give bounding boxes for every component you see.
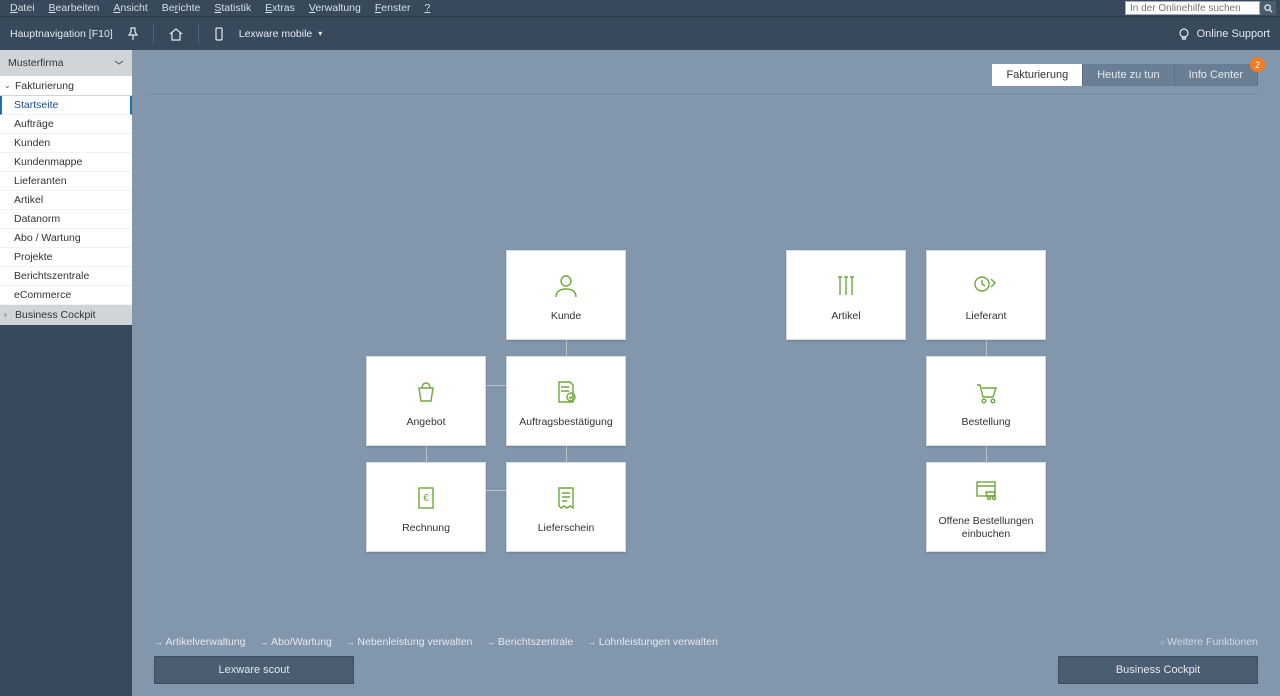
tile-grid: Kunde Artikel Lieferant Angebot — [366, 250, 1046, 552]
bag-icon — [409, 374, 443, 410]
link-abo-wartung[interactable]: Abo/Wartung — [259, 636, 331, 648]
link-berichtszentrale[interactable]: Berichtszentrale — [486, 636, 573, 648]
sidebar-item-projekte[interactable]: Projekte — [0, 248, 132, 267]
more-functions-link[interactable]: Weitere Funktionen — [1160, 636, 1258, 648]
tile-label: Kunde — [551, 310, 581, 323]
sidebar-items: Startseite Aufträge Kunden Kundenmappe L… — [0, 96, 132, 305]
tile-kunde[interactable]: Kunde — [506, 250, 626, 340]
tile-area: Kunde Artikel Lieferant Angebot — [366, 250, 1046, 552]
tile-lieferant[interactable]: Lieferant — [926, 250, 1046, 340]
sidebar: Musterfirma ⌄Fakturierung Startseite Auf… — [0, 50, 132, 696]
sidebar-item-abo[interactable]: Abo / Wartung — [0, 229, 132, 248]
bottom-links: Artikelverwaltung Abo/Wartung Nebenleist… — [154, 636, 1258, 648]
online-support-button[interactable]: Online Support — [1177, 27, 1270, 41]
tile-label: Artikel — [831, 310, 860, 323]
link-lohnleistungen[interactable]: Lohnleistungen verwalten — [587, 636, 718, 648]
menu-fenster[interactable]: Fenster — [369, 1, 417, 15]
tile-bestellung[interactable]: Bestellung — [926, 356, 1046, 446]
tile-artikel[interactable]: Artikel — [786, 250, 906, 340]
tile-offene-bestellungen[interactable]: Offene Bestellungen einbuchen — [926, 462, 1046, 552]
divider — [148, 94, 1258, 95]
window-cart-icon — [969, 473, 1003, 509]
tile-angebot[interactable]: Angebot — [366, 356, 486, 446]
menu-berichte[interactable]: Berichte — [156, 1, 207, 15]
chevron-down-icon — [114, 60, 124, 66]
cart-icon — [969, 374, 1003, 410]
document-check-icon — [549, 374, 583, 410]
home-icon[interactable] — [168, 27, 184, 41]
help-search-button[interactable] — [1260, 1, 1276, 15]
sidebar-item-berichtszentrale[interactable]: Berichtszentrale — [0, 267, 132, 286]
search-icon — [1264, 4, 1273, 13]
tile-label: Bestellung — [961, 416, 1010, 429]
sidebar-item-ecommerce[interactable]: eCommerce — [0, 286, 132, 305]
tile-rechnung[interactable]: € Rechnung — [366, 462, 486, 552]
tile-label: Rechnung — [402, 522, 450, 535]
company-selector[interactable]: Musterfirma — [0, 50, 132, 76]
tile-label: Auftragsbestätigung — [519, 416, 612, 429]
sidebar-item-kunden[interactable]: Kunden — [0, 134, 132, 153]
menu-datei[interactable]: Datei — [4, 1, 41, 15]
sidebar-item-auftraege[interactable]: Aufträge — [0, 115, 132, 134]
help-search-wrap — [1125, 1, 1276, 15]
business-cockpit-button[interactable]: Business Cockpit — [1058, 656, 1258, 684]
svg-text:€: € — [423, 493, 429, 504]
menu-verwaltung[interactable]: Verwaltung — [303, 1, 367, 15]
tile-label: Lieferant — [966, 310, 1007, 323]
sidebar-section-cockpit[interactable]: ›Business Cockpit — [0, 305, 132, 325]
menu-bar: Datei Bearbeiten Ansicht Berichte Statis… — [0, 0, 1280, 16]
mobile-icon — [213, 27, 225, 41]
menu-help[interactable]: ? — [418, 1, 436, 15]
menu-bearbeiten[interactable]: Bearbeiten — [43, 1, 106, 15]
bulb-icon — [1177, 27, 1191, 41]
toolbar: Hauptnavigation [F10] Lexware mobile Onl… — [0, 16, 1280, 50]
menu-items: Datei Bearbeiten Ansicht Berichte Statis… — [4, 1, 436, 15]
lexware-mobile-dropdown[interactable]: Lexware mobile — [239, 28, 323, 40]
sidebar-item-startseite[interactable]: Startseite — [0, 96, 132, 115]
link-nebenleistung[interactable]: Nebenleistung verwalten — [346, 636, 473, 648]
tab-fakturierung[interactable]: Fakturierung — [992, 64, 1083, 86]
sidebar-section-fakturierung[interactable]: ⌄Fakturierung — [0, 76, 132, 96]
invoice-icon: € — [409, 480, 443, 516]
lexware-scout-button[interactable]: Lexware scout — [154, 656, 354, 684]
info-badge: 2 — [1250, 57, 1265, 72]
tab-strip: Fakturierung Heute zu tun Info Center 2 — [992, 64, 1258, 86]
tile-label: Offene Bestellungen einbuchen — [933, 515, 1039, 540]
person-icon — [549, 268, 583, 304]
sidebar-item-artikel[interactable]: Artikel — [0, 191, 132, 210]
tile-lieferschein[interactable]: Lieferschein — [506, 462, 626, 552]
link-artikelverwaltung[interactable]: Artikelverwaltung — [154, 636, 245, 648]
bottom-buttons: Lexware scout Business Cockpit — [154, 656, 1258, 684]
tab-heute-zu-tun[interactable]: Heute zu tun — [1083, 64, 1174, 86]
sidebar-item-datanorm[interactable]: Datanorm — [0, 210, 132, 229]
help-search-input[interactable] — [1125, 1, 1260, 15]
menu-statistik[interactable]: Statistik — [208, 1, 257, 15]
tools-icon — [829, 268, 863, 304]
sidebar-item-kundenmappe[interactable]: Kundenmappe — [0, 153, 132, 172]
note-icon — [549, 480, 583, 516]
pin-icon[interactable] — [127, 27, 139, 41]
menu-ansicht[interactable]: Ansicht — [107, 1, 153, 15]
nav-label: Hauptnavigation [F10] — [10, 28, 113, 40]
sidebar-item-lieferanten[interactable]: Lieferanten — [0, 172, 132, 191]
menu-extras[interactable]: Extras — [259, 1, 301, 15]
tile-label: Angebot — [406, 416, 445, 429]
delivery-icon — [969, 268, 1003, 304]
tile-label: Lieferschein — [538, 522, 595, 535]
content-area: Fakturierung Heute zu tun Info Center 2 … — [132, 50, 1280, 696]
work-area: Musterfirma ⌄Fakturierung Startseite Auf… — [0, 50, 1280, 696]
tile-auftragsbestaetigung[interactable]: Auftragsbestätigung — [506, 356, 626, 446]
tab-info-center[interactable]: Info Center — [1175, 64, 1258, 86]
